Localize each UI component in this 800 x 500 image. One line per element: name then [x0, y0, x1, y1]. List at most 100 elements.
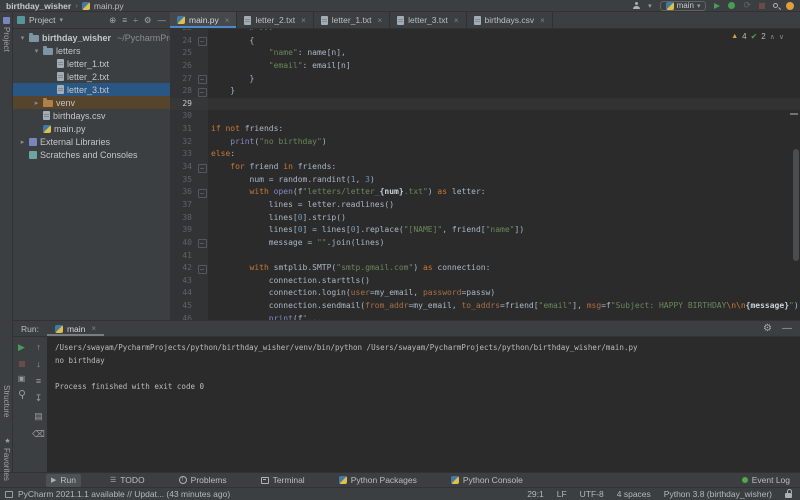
code-line-26[interactable]: 26 "email": email[n] — [170, 60, 800, 73]
status-python-interpreter[interactable]: Python 3.8 (birthday_wisher) — [664, 489, 772, 499]
lock-icon[interactable] — [785, 493, 792, 498]
run-console[interactable]: /Users/swayam/PycharmProjects/python/bir… — [47, 337, 800, 472]
debug-button[interactable] — [728, 2, 735, 9]
editor-scrollbar[interactable] — [793, 149, 799, 261]
code-line-32[interactable]: 32 print("no birthday") — [170, 136, 800, 149]
event-log-button[interactable]: Event Log — [742, 475, 800, 485]
tab-main-py[interactable]: main.py× — [170, 12, 237, 28]
prev-problem-icon[interactable]: ∧ — [770, 33, 775, 41]
stripe-favorites-button[interactable]: ★ Favorites — [2, 437, 11, 481]
tab-letter-2-txt[interactable]: letter_2.txt× — [237, 12, 313, 28]
tool-window-button-problems[interactable]: !Problems — [174, 474, 232, 487]
tab-birthdays-csv[interactable]: birthdays.csv× — [467, 12, 553, 28]
code-line-44[interactable]: 44 connection.login(user=my_email, passw… — [170, 287, 800, 300]
tree-item-letter-2-txt[interactable]: letter_2.txt — [13, 70, 170, 83]
user-icon[interactable] — [633, 2, 640, 9]
fold-marker-icon[interactable] — [196, 73, 208, 86]
pin-icon[interactable] — [19, 390, 25, 396]
tab-letter-1-txt[interactable]: letter_1.txt× — [314, 12, 390, 28]
update-indicator-icon[interactable] — [786, 2, 794, 10]
code-line-45[interactable]: 45 connection.sendmail(from_addr=my_emai… — [170, 300, 800, 313]
code-line-35[interactable]: 35 num = random.randint(1, 3) — [170, 174, 800, 187]
status-message[interactable]: PyCharm 2021.1.1 available // Updat... (… — [18, 489, 230, 499]
code-editor[interactable]: 23 # ...24 {25 "name": name[n],26 "email… — [170, 29, 800, 320]
stripe-project-button[interactable]: Project — [2, 17, 11, 52]
inspections-widget[interactable]: ▲ 4 ✔ 2 ∧ ∨ — [731, 32, 784, 41]
code-line-25[interactable]: 25 "name": name[n], — [170, 47, 800, 60]
settings-icon[interactable]: ⚙ — [144, 15, 152, 26]
tool-window-quick-access-icon[interactable] — [5, 491, 13, 498]
tree-item-scratches-and-consoles[interactable]: Scratches and Consoles — [13, 148, 170, 161]
stripe-structure-button[interactable]: Structure — [2, 385, 11, 417]
expand-all-icon[interactable]: ÷ — [133, 15, 138, 25]
tool-window-button-terminal[interactable]: Terminal — [256, 474, 310, 487]
close-icon[interactable]: × — [454, 16, 459, 25]
fold-marker-icon[interactable] — [196, 237, 208, 250]
search-everywhere-icon[interactable] — [773, 3, 778, 8]
rerun-icon[interactable]: ▶ — [18, 342, 25, 353]
code-line-36[interactable]: 36 with open(f"letters/letter_{num}.txt"… — [170, 186, 800, 199]
stop-button[interactable] — [759, 3, 765, 9]
status-indent-style[interactable]: 4 spaces — [617, 489, 651, 499]
tree-item-letter-3-txt[interactable]: letter_3.txt — [13, 83, 170, 96]
gear-icon[interactable]: ⚙ — [763, 324, 772, 334]
expand-arrow-icon[interactable]: ▸ — [33, 99, 40, 107]
chevron-down-icon[interactable]: ▾ — [59, 16, 63, 24]
clear-icon[interactable]: ⌫ — [32, 429, 45, 440]
run-configuration-select[interactable]: main ▾ — [660, 1, 707, 11]
status-line-separator[interactable]: LF — [557, 489, 567, 499]
tree-item-birthdays-csv[interactable]: birthdays.csv — [13, 109, 170, 122]
code-line-27[interactable]: 27 } — [170, 73, 800, 86]
status-encoding[interactable]: UTF-8 — [580, 489, 604, 499]
code-line-39[interactable]: 39 lines[0] = lines[0].replace("[NAME]",… — [170, 224, 800, 237]
tool-window-button-todo[interactable]: ☰TODO — [105, 474, 150, 487]
code-line-34[interactable]: 34 for friend in friends: — [170, 161, 800, 174]
expand-arrow-icon[interactable]: ▾ — [33, 47, 40, 55]
up-stack-trace-icon[interactable]: ↑ — [36, 342, 41, 352]
down-stack-trace-icon[interactable]: ↓ — [36, 359, 41, 369]
collapse-all-icon[interactable]: ≡ — [122, 15, 127, 25]
next-problem-icon[interactable]: ∨ — [779, 33, 784, 41]
fold-marker-icon[interactable] — [196, 161, 208, 174]
tree-item-main-py[interactable]: main.py — [13, 122, 170, 135]
run-with-coverage-button[interactable]: ⟳ — [743, 1, 751, 10]
code-line-31[interactable]: 31if not friends: — [170, 123, 800, 136]
fold-marker-icon[interactable] — [196, 85, 208, 98]
run-button[interactable] — [714, 3, 720, 9]
run-tab-main[interactable]: main × — [47, 321, 104, 336]
code-line-24[interactable]: 24 { — [170, 35, 800, 48]
tree-item-letters[interactable]: ▾letters — [13, 44, 170, 57]
code-line-43[interactable]: 43 connection.starttls() — [170, 275, 800, 288]
fold-marker-icon[interactable] — [196, 186, 208, 199]
code-line-28[interactable]: 28 } — [170, 85, 800, 98]
code-line-38[interactable]: 38 lines[0].strip() — [170, 212, 800, 225]
stop-icon[interactable] — [19, 361, 25, 367]
print-icon[interactable]: ▤ — [34, 411, 43, 422]
breadcrumb-project[interactable]: birthday_wisher — [6, 1, 71, 11]
tree-item-venv[interactable]: ▸venv — [13, 96, 170, 109]
code-line-30[interactable]: 30 — [170, 110, 800, 123]
expand-arrow-icon[interactable]: ▾ — [19, 34, 26, 42]
tree-item-external-libraries[interactable]: ▸External Libraries — [13, 135, 170, 148]
code-line-41[interactable]: 41 — [170, 250, 800, 263]
status-caret-position[interactable]: 29:1 — [527, 489, 544, 499]
soft-wrap-icon[interactable]: ≡ — [36, 376, 41, 386]
project-panel-title[interactable]: Project — [29, 15, 55, 25]
expand-arrow-icon[interactable]: ▸ — [19, 138, 26, 146]
tree-item-letter-1-txt[interactable]: letter_1.txt — [13, 57, 170, 70]
close-icon[interactable]: × — [377, 16, 382, 25]
code-line-33[interactable]: 33else: — [170, 148, 800, 161]
code-line-37[interactable]: 37 lines = letter.readlines() — [170, 199, 800, 212]
code-line-29[interactable]: 29 — [170, 98, 800, 111]
code-line-40[interactable]: 40 message = "".join(lines) — [170, 237, 800, 250]
tool-window-button-run[interactable]: ▶Run — [46, 474, 81, 487]
hide-icon[interactable]: — — [158, 15, 167, 25]
scroll-to-end-icon[interactable]: ↧ — [35, 393, 43, 404]
restore-layout-icon[interactable]: ▣ — [18, 374, 26, 383]
tab-letter-3-txt[interactable]: letter_3.txt× — [390, 12, 466, 28]
fold-marker-icon[interactable] — [196, 262, 208, 275]
close-icon[interactable]: × — [225, 16, 230, 25]
code-line-46[interactable]: 46 print(f"... — [170, 313, 800, 320]
close-icon[interactable]: × — [301, 16, 306, 25]
locate-icon[interactable]: ⊕ — [109, 15, 116, 26]
